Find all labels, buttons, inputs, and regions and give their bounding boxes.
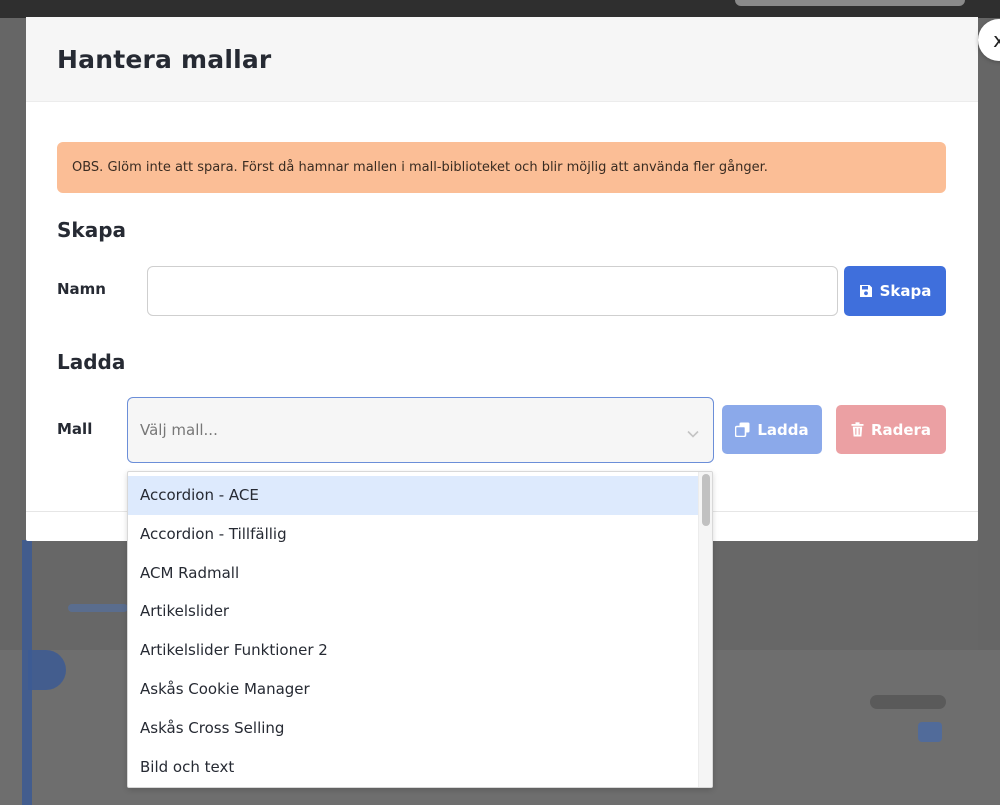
dropdown-option[interactable]: Artikelslider — [128, 592, 698, 631]
load-button[interactable]: Ladda — [722, 405, 822, 454]
copy-icon — [735, 422, 750, 437]
save-icon — [859, 284, 873, 298]
background-label — [870, 695, 946, 709]
background-search — [735, 0, 965, 6]
trash-icon — [851, 422, 864, 437]
dropdown-scrollbar[interactable] — [698, 472, 712, 787]
create-button-label: Skapa — [879, 282, 932, 300]
manage-templates-modal: Hantera mallar x OBS. Glöm inte att spar… — [26, 17, 1000, 541]
delete-button-label: Radera — [870, 420, 932, 439]
background-badge — [918, 722, 942, 742]
dropdown-option[interactable]: Askås Cookie Manager — [128, 670, 698, 709]
scrollbar-thumb[interactable] — [702, 474, 710, 526]
dropdown-option[interactable]: Accordion - Tillfällig — [128, 515, 698, 554]
modal-title: Hantera mallar — [57, 45, 272, 74]
create-section-title: Skapa — [57, 218, 127, 242]
save-reminder-alert: OBS. Glöm inte att spara. Först då hamna… — [57, 142, 946, 193]
dropdown-option[interactable]: Bild och text — [128, 748, 698, 787]
dropdown-option[interactable]: Askås Cross Selling — [128, 709, 698, 748]
name-label: Namn — [57, 280, 106, 298]
load-button-label: Ladda — [757, 420, 809, 439]
name-input[interactable] — [147, 266, 838, 316]
template-label: Mall — [57, 420, 93, 438]
template-select[interactable]: Välj mall... — [127, 397, 714, 463]
dropdown-option[interactable]: ACM Radmall — [128, 554, 698, 593]
modal-header: Hantera mallar — [26, 17, 978, 102]
template-select-placeholder: Välj mall... — [140, 421, 218, 439]
create-button[interactable]: Skapa — [844, 266, 946, 316]
delete-button[interactable]: Radera — [836, 405, 946, 454]
chevron-down-icon — [687, 424, 699, 442]
dropdown-option[interactable]: Artikelslider Funktioner 2 — [128, 631, 698, 670]
load-section-title: Ladda — [57, 350, 126, 374]
dropdown-option[interactable]: Accordion - ACE — [128, 476, 698, 515]
template-options-list: Accordion - ACE Accordion - Tillfällig A… — [128, 472, 698, 786]
template-dropdown: Accordion - ACE Accordion - Tillfällig A… — [127, 471, 713, 788]
background-link — [68, 604, 128, 612]
